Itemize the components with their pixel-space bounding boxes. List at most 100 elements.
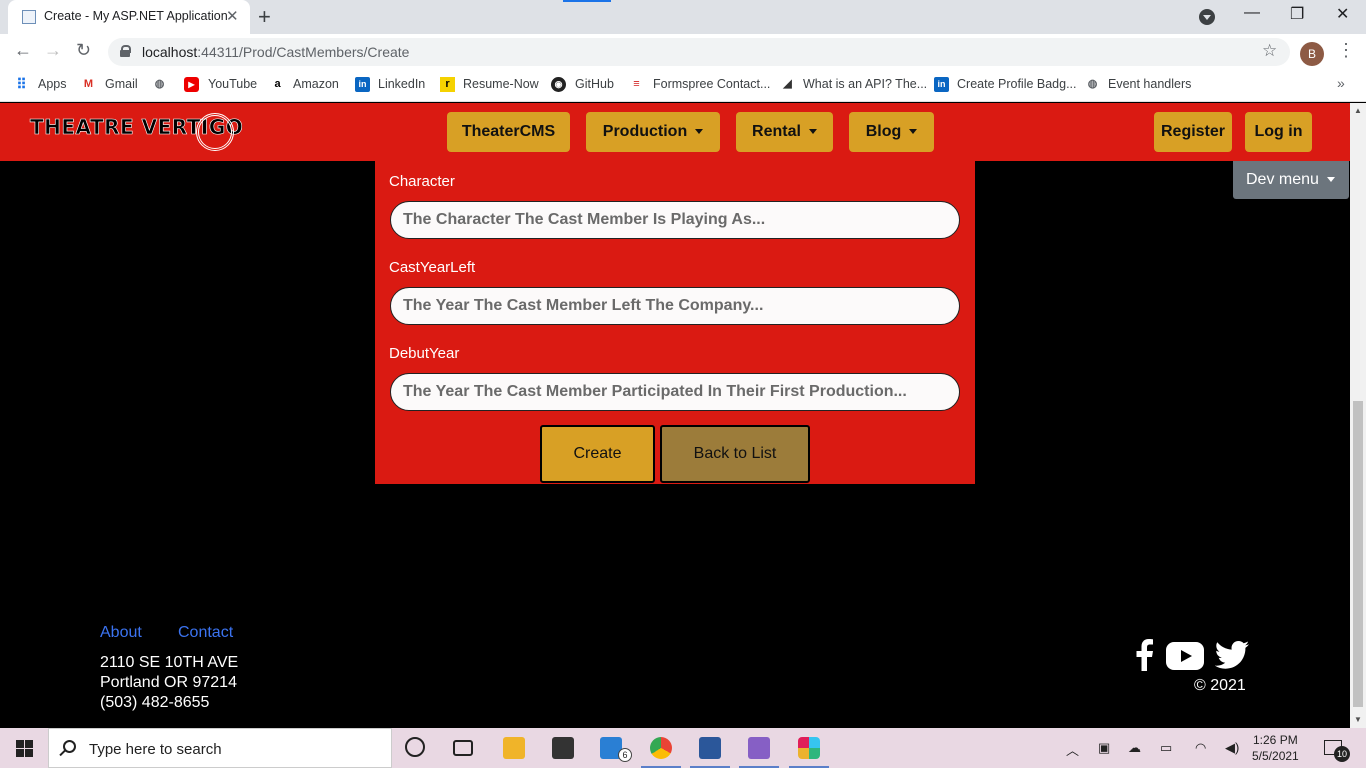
battery-icon[interactable]: ▭ (1160, 740, 1172, 756)
page-scrollbar[interactable]: ▲ ▼ (1350, 103, 1366, 728)
file-explorer-icon[interactable] (503, 737, 525, 759)
globe-icon: ◍ (1087, 78, 1098, 90)
windows-taskbar: Type here to search 6 ︿ ▣ ☁ ▭ ◠ ◀) 1:26 … (0, 728, 1366, 768)
caret-down-icon (695, 129, 704, 135)
browser-tab-strip: Create - My ASP.NET Application ✕ + — ❐ … (0, 0, 1366, 34)
notification-count: 10 (1334, 746, 1350, 762)
create-form: Character CastYearLeft DebutYear Create … (375, 161, 975, 484)
bookmark-gmail[interactable]: Gmail (105, 77, 138, 91)
bookmark-resume-now[interactable]: Resume-Now (463, 77, 539, 91)
scroll-thumb[interactable] (1353, 401, 1363, 707)
clock-time: 1:26 PM (1253, 733, 1298, 747)
footer-contact-link[interactable]: Contact (178, 624, 233, 642)
bookmark-apps[interactable]: Apps (38, 77, 67, 91)
dev-menu-dropdown[interactable]: Dev menu (1233, 161, 1349, 199)
window-close-icon[interactable]: ✕ (1336, 4, 1349, 24)
browser-menu-icon[interactable]: ⋮ (1337, 40, 1355, 61)
nav-blog-dropdown[interactable]: Blog (849, 112, 934, 152)
chevron-more-icon[interactable]: » (1337, 75, 1345, 91)
address-bar[interactable]: localhost:44311/Prod/CastMembers/Create … (108, 38, 1290, 66)
footer-copyright: © 2021 (1194, 677, 1246, 694)
minimize-icon[interactable]: — (1244, 4, 1260, 22)
system-clock[interactable]: 1:26 PM 5/5/2021 (1252, 732, 1299, 764)
apps-grid-icon: ⠿ (16, 76, 27, 92)
new-tab-icon[interactable]: + (258, 4, 271, 30)
taskbar-search-placeholder: Type here to search (89, 741, 222, 758)
url-text: localhost:44311/Prod/CastMembers/Create (142, 44, 410, 60)
scroll-down-arrow-icon[interactable]: ▼ (1354, 715, 1362, 724)
tab-loading-indicator (563, 0, 611, 2)
microsoft-store-icon[interactable] (552, 737, 574, 759)
formspree-icon: ≡ (633, 78, 640, 90)
scroll-up-arrow-icon[interactable]: ▲ (1354, 106, 1362, 115)
globe-icon[interactable]: ◍ (152, 77, 167, 92)
restore-icon[interactable]: ❐ (1290, 4, 1304, 24)
clock-date: 5/5/2021 (1252, 749, 1299, 763)
nav-rental-dropdown[interactable]: Rental (736, 112, 833, 152)
castyearleft-label: CastYearLeft (389, 259, 476, 276)
mail-badge: 6 (618, 748, 632, 762)
debutyear-label: DebutYear (389, 345, 460, 362)
gmail-icon: M (83, 78, 94, 90)
visual-studio-icon[interactable] (748, 737, 770, 759)
register-button[interactable]: Register (1154, 112, 1232, 152)
bookmark-what-is-api[interactable]: What is an API? The... (803, 77, 927, 91)
youtube-icon: ▶ (184, 77, 199, 92)
windows-start-icon[interactable] (16, 740, 33, 757)
slack-icon[interactable] (798, 737, 820, 759)
page-favicon-icon (22, 10, 36, 24)
bookmarks-bar: ⠿ Apps M Gmail ◍ ▶ YouTube a Amazon in L… (0, 70, 1366, 102)
nav-production-dropdown[interactable]: Production (586, 112, 720, 152)
tab-search-icon[interactable] (1199, 9, 1215, 25)
browser-tab-active[interactable]: Create - My ASP.NET Application ✕ (8, 0, 250, 34)
facebook-icon[interactable] (1133, 639, 1155, 671)
chrome-icon[interactable] (650, 737, 672, 759)
footer-about-link[interactable]: About (100, 624, 142, 642)
bookmark-linkedin[interactable]: LinkedIn (378, 77, 425, 91)
back-to-list-button[interactable]: Back to List (660, 425, 810, 483)
onedrive-icon[interactable]: ☁ (1128, 740, 1141, 756)
tab-close-icon[interactable]: ✕ (226, 7, 239, 25)
nav-theatercms[interactable]: TheaterCMS (447, 112, 570, 152)
linkedin-icon: in (355, 77, 370, 92)
wifi-icon[interactable]: ◠ (1195, 740, 1206, 756)
create-button[interactable]: Create (540, 425, 655, 483)
word-icon[interactable] (699, 737, 721, 759)
bookmark-github[interactable]: GitHub (575, 77, 614, 91)
show-hidden-icons-icon[interactable]: ︿ (1066, 740, 1079, 759)
forward-arrow-icon[interactable]: → (44, 40, 62, 61)
search-icon (63, 740, 76, 753)
login-button[interactable]: Log in (1245, 112, 1312, 152)
volume-icon[interactable]: ◀) (1225, 740, 1239, 756)
bookmark-star-icon[interactable]: ☆ (1262, 41, 1277, 61)
character-input[interactable] (390, 201, 960, 239)
footer-phone: (503) 482-8655 (100, 694, 210, 711)
footer-address-line2: Portland OR 97214 (100, 674, 237, 691)
amazon-icon: a (274, 78, 281, 90)
page-viewport: Character CastYearLeft DebutYear Create … (0, 103, 1350, 728)
taskbar-search-box[interactable]: Type here to search (48, 728, 392, 768)
caret-down-icon (909, 129, 918, 135)
meet-now-icon[interactable]: ▣ (1098, 740, 1110, 756)
caret-down-icon (808, 129, 817, 135)
bookmark-youtube[interactable]: YouTube (208, 77, 257, 91)
bookmark-formspree[interactable]: Formspree Contact... (653, 77, 770, 91)
back-arrow-icon[interactable]: ← (14, 40, 32, 61)
bookmark-event-handlers[interactable]: Event handlers (1108, 77, 1191, 91)
task-view-icon[interactable] (453, 740, 473, 756)
castyearleft-input[interactable] (390, 287, 960, 325)
bookmark-create-profile-badge[interactable]: Create Profile Badg... (957, 77, 1077, 91)
character-label: Character (389, 173, 455, 190)
api-icon: ◢ (783, 78, 792, 90)
debutyear-input[interactable] (390, 373, 960, 411)
profile-avatar[interactable]: B (1300, 42, 1324, 66)
logo-swirl-icon (196, 113, 234, 151)
twitter-icon[interactable] (1215, 641, 1249, 669)
browser-toolbar: ← → ↻ localhost:44311/Prod/CastMembers/C… (0, 34, 1366, 70)
bookmark-amazon[interactable]: Amazon (293, 77, 339, 91)
lock-icon[interactable] (120, 45, 131, 57)
youtube-icon[interactable] (1166, 642, 1204, 670)
resume-now-icon: r (440, 77, 455, 92)
cortana-icon[interactable] (405, 737, 425, 757)
reload-icon[interactable]: ↻ (76, 40, 91, 61)
